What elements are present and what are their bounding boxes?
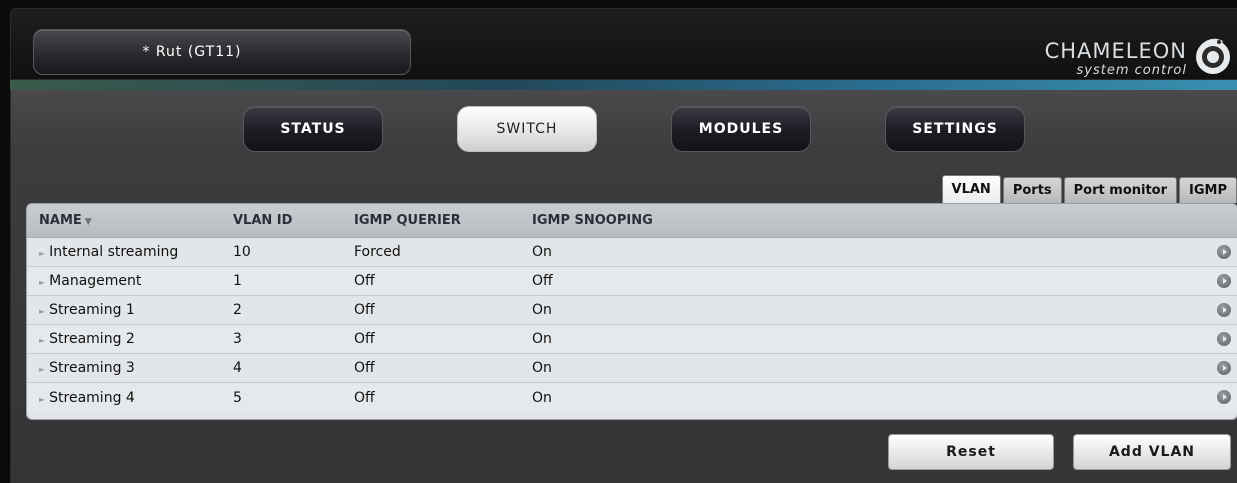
row-details-arrow-icon[interactable]: [1217, 332, 1231, 346]
subtab-vlan[interactable]: VLAN: [941, 175, 1001, 203]
chameleon-icon: [1196, 38, 1230, 74]
row-vlan-id: 2: [233, 302, 242, 318]
row-igmp-querier: Off: [354, 389, 375, 406]
table-row[interactable]: ► Streaming 2 3 Off On: [27, 325, 1237, 354]
row-vlan-id: 3: [233, 331, 242, 347]
row-igmp-snooping: Off: [532, 273, 553, 289]
main-panel: STATUS SWITCH MODULES SETTINGS VLAN Port…: [10, 90, 1237, 483]
expand-arrow-icon[interactable]: ►: [39, 249, 45, 258]
row-igmp-querier: Off: [354, 360, 375, 376]
row-details-arrow-icon[interactable]: [1217, 274, 1231, 288]
subtab-igmp[interactable]: IGMP: [1179, 177, 1237, 203]
column-header-igmp-querier[interactable]: IGMP QUERIER: [354, 213, 461, 228]
table-row[interactable]: ► Streaming 3 4 Off On: [27, 354, 1237, 383]
row-igmp-snooping: On: [532, 244, 552, 260]
row-name: Streaming 4: [49, 389, 135, 406]
row-details-arrow-icon[interactable]: [1217, 390, 1231, 404]
table-row[interactable]: ► Internal streaming 10 Forced On: [27, 238, 1237, 267]
row-name: Internal streaming: [49, 244, 179, 260]
tab-modules[interactable]: MODULES: [671, 106, 811, 152]
subtab-port-monitor[interactable]: Port monitor: [1063, 177, 1178, 203]
row-vlan-id: 1: [233, 273, 242, 289]
sort-down-icon: ▼: [84, 217, 92, 227]
row-vlan-id: 4: [233, 360, 242, 376]
logo-wordmark: CHAMELEON: [1044, 39, 1187, 63]
row-igmp-querier: Forced: [354, 244, 401, 260]
column-header-name[interactable]: NAME ▼: [39, 213, 92, 228]
row-details-arrow-icon[interactable]: [1217, 361, 1231, 375]
row-igmp-querier: Off: [354, 273, 375, 289]
header-bar: * Rut (GT11) CHAMELEON system control: [10, 8, 1237, 80]
expand-arrow-icon[interactable]: ►: [39, 307, 45, 316]
row-igmp-querier: Off: [354, 302, 375, 318]
header-accent-strip: [10, 80, 1237, 90]
row-name: Streaming 2: [49, 331, 135, 347]
row-igmp-snooping: On: [532, 360, 552, 376]
table-row[interactable]: ► Streaming 4 5 Off On: [27, 383, 1237, 412]
tab-switch[interactable]: SWITCH: [457, 106, 597, 152]
expand-arrow-icon[interactable]: ►: [39, 395, 45, 404]
subtab-bar: VLAN Ports Port monitor IGMP: [940, 175, 1237, 203]
column-header-name-label: NAME: [39, 213, 82, 228]
column-header-igmp-snooping[interactable]: IGMP SNOOPING: [532, 213, 653, 228]
expand-arrow-icon[interactable]: ►: [39, 336, 45, 345]
tab-status-label: STATUS: [280, 121, 346, 137]
table-body: ► Internal streaming 10 Forced On ► Manage…: [27, 238, 1237, 412]
row-igmp-snooping: On: [532, 389, 552, 406]
table-row[interactable]: ► Streaming 1 2 Off On: [27, 296, 1237, 325]
table-row[interactable]: ► Management 1 Off Off: [27, 267, 1237, 296]
row-name: Streaming 1: [49, 302, 135, 318]
tab-status[interactable]: STATUS: [243, 106, 383, 152]
reset-button[interactable]: Reset: [888, 434, 1054, 470]
vlan-table: NAME ▼ VLAN ID IGMP QUERIER IGMP SNOOPING…: [26, 203, 1237, 420]
row-igmp-snooping: On: [532, 302, 552, 318]
row-name: Management: [49, 273, 142, 289]
chameleon-logo: CHAMELEON system control: [1037, 23, 1237, 83]
row-igmp-snooping: On: [532, 331, 552, 347]
tab-settings-label: SETTINGS: [912, 121, 998, 137]
row-details-arrow-icon[interactable]: [1217, 303, 1231, 317]
tab-modules-label: MODULES: [698, 121, 784, 137]
expand-arrow-icon[interactable]: ►: [39, 365, 45, 374]
device-title: * Rut (GT11): [142, 44, 242, 60]
tab-switch-label: SWITCH: [496, 121, 558, 137]
logo-tagline: system control: [1076, 63, 1187, 78]
tab-settings[interactable]: SETTINGS: [885, 106, 1025, 152]
row-details-arrow-icon[interactable]: [1217, 245, 1231, 259]
row-igmp-querier: Off: [354, 331, 375, 347]
row-name: Streaming 3: [49, 360, 135, 376]
subtab-ports[interactable]: Ports: [1002, 177, 1062, 203]
row-vlan-id: 5: [233, 389, 242, 406]
row-vlan-id: 10: [233, 244, 251, 260]
add-vlan-button[interactable]: Add VLAN: [1073, 434, 1231, 470]
table-header: NAME ▼ VLAN ID IGMP QUERIER IGMP SNOOPING: [27, 204, 1237, 238]
column-header-vlan-id[interactable]: VLAN ID: [233, 213, 292, 228]
device-selector-button[interactable]: * Rut (GT11): [33, 29, 411, 75]
expand-arrow-icon[interactable]: ►: [39, 278, 45, 287]
